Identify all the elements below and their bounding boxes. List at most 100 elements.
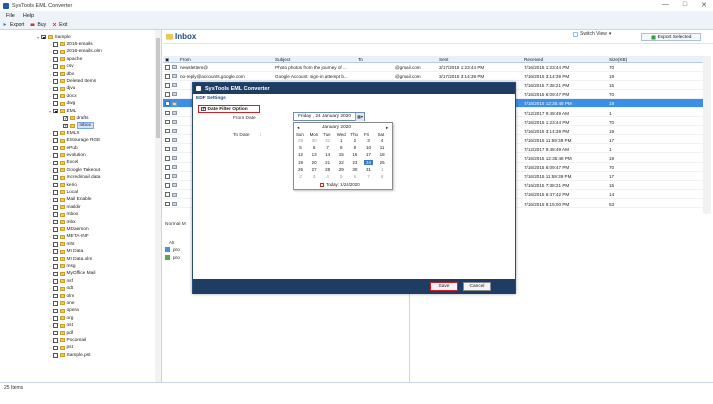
tree-checkbox[interactable] bbox=[53, 345, 58, 351]
tree-item[interactable]: › dwg bbox=[48, 101, 75, 107]
table-row[interactable]: no-reply@accounts.google.com Google Accou… bbox=[163, 72, 703, 81]
calendar-day[interactable]: 7 bbox=[364, 174, 373, 179]
tree-item[interactable]: › kerio bbox=[48, 182, 77, 188]
tree-item[interactable]: ▾ Sample bbox=[36, 34, 71, 40]
calendar-day[interactable]: 8 bbox=[337, 145, 346, 150]
tree-item[interactable]: › csv bbox=[48, 64, 73, 70]
tree-checkbox[interactable] bbox=[53, 242, 58, 247]
tree-item[interactable]: › Pocomail bbox=[48, 337, 86, 343]
expand-icon[interactable]: › bbox=[48, 242, 52, 247]
calendar-day[interactable]: 4 bbox=[323, 174, 332, 179]
tree-item[interactable]: › opera bbox=[48, 308, 78, 314]
tree-checkbox[interactable] bbox=[53, 212, 58, 217]
expand-icon[interactable]: › bbox=[48, 94, 52, 99]
calendar-day[interactable]: 29 bbox=[337, 167, 346, 172]
tree-item[interactable]: › maildir bbox=[48, 204, 80, 210]
tree-checkbox[interactable] bbox=[53, 49, 58, 55]
buy-button[interactable]: Buy bbox=[30, 22, 46, 28]
tree-checkbox[interactable] bbox=[53, 256, 58, 262]
tree-checkbox[interactable] bbox=[53, 264, 58, 269]
expand-icon[interactable]: › bbox=[48, 331, 52, 336]
tree-item[interactable]: › Local bbox=[48, 189, 78, 195]
calendar-day[interactable]: 29 bbox=[296, 138, 305, 143]
tree-checkbox[interactable] bbox=[53, 316, 58, 321]
calendar-day[interactable]: 17 bbox=[364, 152, 373, 157]
calendar-day[interactable]: 3 bbox=[310, 174, 319, 179]
tree-checkbox[interactable] bbox=[53, 79, 58, 84]
tree-checkbox[interactable] bbox=[53, 249, 58, 254]
row-checkbox[interactable] bbox=[165, 183, 170, 188]
tree-checkbox[interactable] bbox=[53, 160, 58, 166]
expand-icon[interactable]: › bbox=[48, 212, 52, 217]
expand-icon[interactable]: › bbox=[48, 301, 52, 306]
expand-icon[interactable]: › bbox=[48, 279, 52, 284]
tree-item[interactable]: › Deleted Items bbox=[48, 78, 96, 84]
today-link[interactable]: Today: 1/24/2020 bbox=[320, 182, 360, 187]
tree-item[interactable]: › MI Data bbox=[48, 249, 83, 255]
tree-checkbox[interactable] bbox=[63, 116, 68, 121]
expand-icon[interactable]: › bbox=[48, 153, 52, 158]
expand-icon[interactable]: › bbox=[48, 323, 52, 328]
tree-checkbox[interactable] bbox=[53, 234, 58, 240]
tree-item[interactable]: › ePub bbox=[48, 145, 77, 151]
tree-item[interactable]: › ost bbox=[48, 323, 73, 329]
tree-checkbox[interactable] bbox=[53, 145, 58, 151]
tree-item[interactable]: › EMLX bbox=[48, 130, 79, 136]
collapse-icon[interactable]: ▾ bbox=[48, 109, 52, 114]
tree-checkbox[interactable] bbox=[53, 197, 58, 203]
expand-icon[interactable]: › bbox=[48, 264, 52, 269]
calendar-day[interactable]: 14 bbox=[323, 152, 332, 157]
tree-item[interactable]: › mbox bbox=[48, 212, 78, 218]
tree-checkbox[interactable] bbox=[53, 279, 58, 284]
calendar-day[interactable]: 1 bbox=[337, 138, 346, 143]
export-selected-button[interactable]: Export Selected bbox=[641, 33, 701, 41]
expand-icon[interactable]: › bbox=[48, 190, 52, 195]
tree-checkbox[interactable] bbox=[63, 123, 68, 129]
calendar-day[interactable]: 16 bbox=[350, 152, 359, 157]
attachment-item[interactable]: pro bbox=[165, 255, 180, 260]
tree-checkbox[interactable] bbox=[53, 338, 58, 343]
col-sent[interactable]: Sent bbox=[439, 57, 448, 62]
calendar-month[interactable]: January 2020 bbox=[322, 125, 351, 130]
tree-checkbox[interactable] bbox=[53, 71, 58, 77]
calendar-day[interactable]: 31 bbox=[364, 167, 373, 172]
tree-checkbox[interactable] bbox=[53, 131, 58, 136]
tree-item[interactable]: › mht bbox=[48, 241, 74, 247]
expand-icon[interactable]: › bbox=[48, 271, 52, 276]
tree-checkbox[interactable] bbox=[53, 205, 58, 210]
tree-item[interactable]: inbox bbox=[58, 122, 94, 130]
expand-icon[interactable]: › bbox=[48, 249, 52, 254]
expand-icon[interactable]: › bbox=[48, 79, 52, 84]
calendar-day[interactable]: 3 bbox=[364, 138, 373, 143]
close-button[interactable]: ✕ bbox=[701, 1, 707, 9]
calendar-day[interactable]: 9 bbox=[350, 145, 359, 150]
expand-icon[interactable]: › bbox=[48, 42, 52, 47]
from-date-picker[interactable]: Friday , 24 January 2020 ▦▾ bbox=[293, 112, 365, 121]
tree-checkbox[interactable] bbox=[53, 175, 58, 180]
minimize-button[interactable]: — bbox=[662, 1, 669, 9]
expand-icon[interactable]: › bbox=[48, 294, 52, 299]
expand-icon[interactable]: › bbox=[48, 227, 52, 232]
calendar-day[interactable]: 26 bbox=[296, 167, 305, 172]
tree-checkbox[interactable] bbox=[53, 108, 58, 114]
tree-checkbox[interactable] bbox=[53, 323, 58, 328]
calendar-day[interactable]: 21 bbox=[323, 160, 332, 165]
tree-checkbox[interactable] bbox=[53, 353, 58, 358]
col-received[interactable]: Received bbox=[524, 57, 543, 62]
tree-item[interactable]: › one bbox=[48, 300, 74, 306]
calendar-day[interactable]: 4 bbox=[378, 138, 387, 143]
tree-item[interactable]: › pst bbox=[48, 345, 73, 351]
row-checkbox[interactable] bbox=[165, 174, 170, 179]
expand-icon[interactable]: › bbox=[48, 316, 52, 321]
expand-icon[interactable]: › bbox=[48, 57, 52, 62]
tree-item[interactable]: › Google Takeout bbox=[48, 167, 100, 173]
attachment-item[interactable]: pro bbox=[165, 247, 180, 252]
tree-checkbox[interactable] bbox=[53, 301, 58, 306]
calendar-day[interactable]: 24 bbox=[364, 159, 373, 165]
calendar-day[interactable]: 15 bbox=[337, 152, 346, 157]
calendar-day[interactable]: 31 bbox=[323, 138, 332, 143]
tree-item[interactable]: › dbx bbox=[48, 71, 74, 77]
col-to[interactable]: To bbox=[358, 57, 363, 62]
tree-checkbox[interactable] bbox=[53, 190, 58, 195]
calendar-day[interactable]: 12 bbox=[296, 152, 305, 157]
